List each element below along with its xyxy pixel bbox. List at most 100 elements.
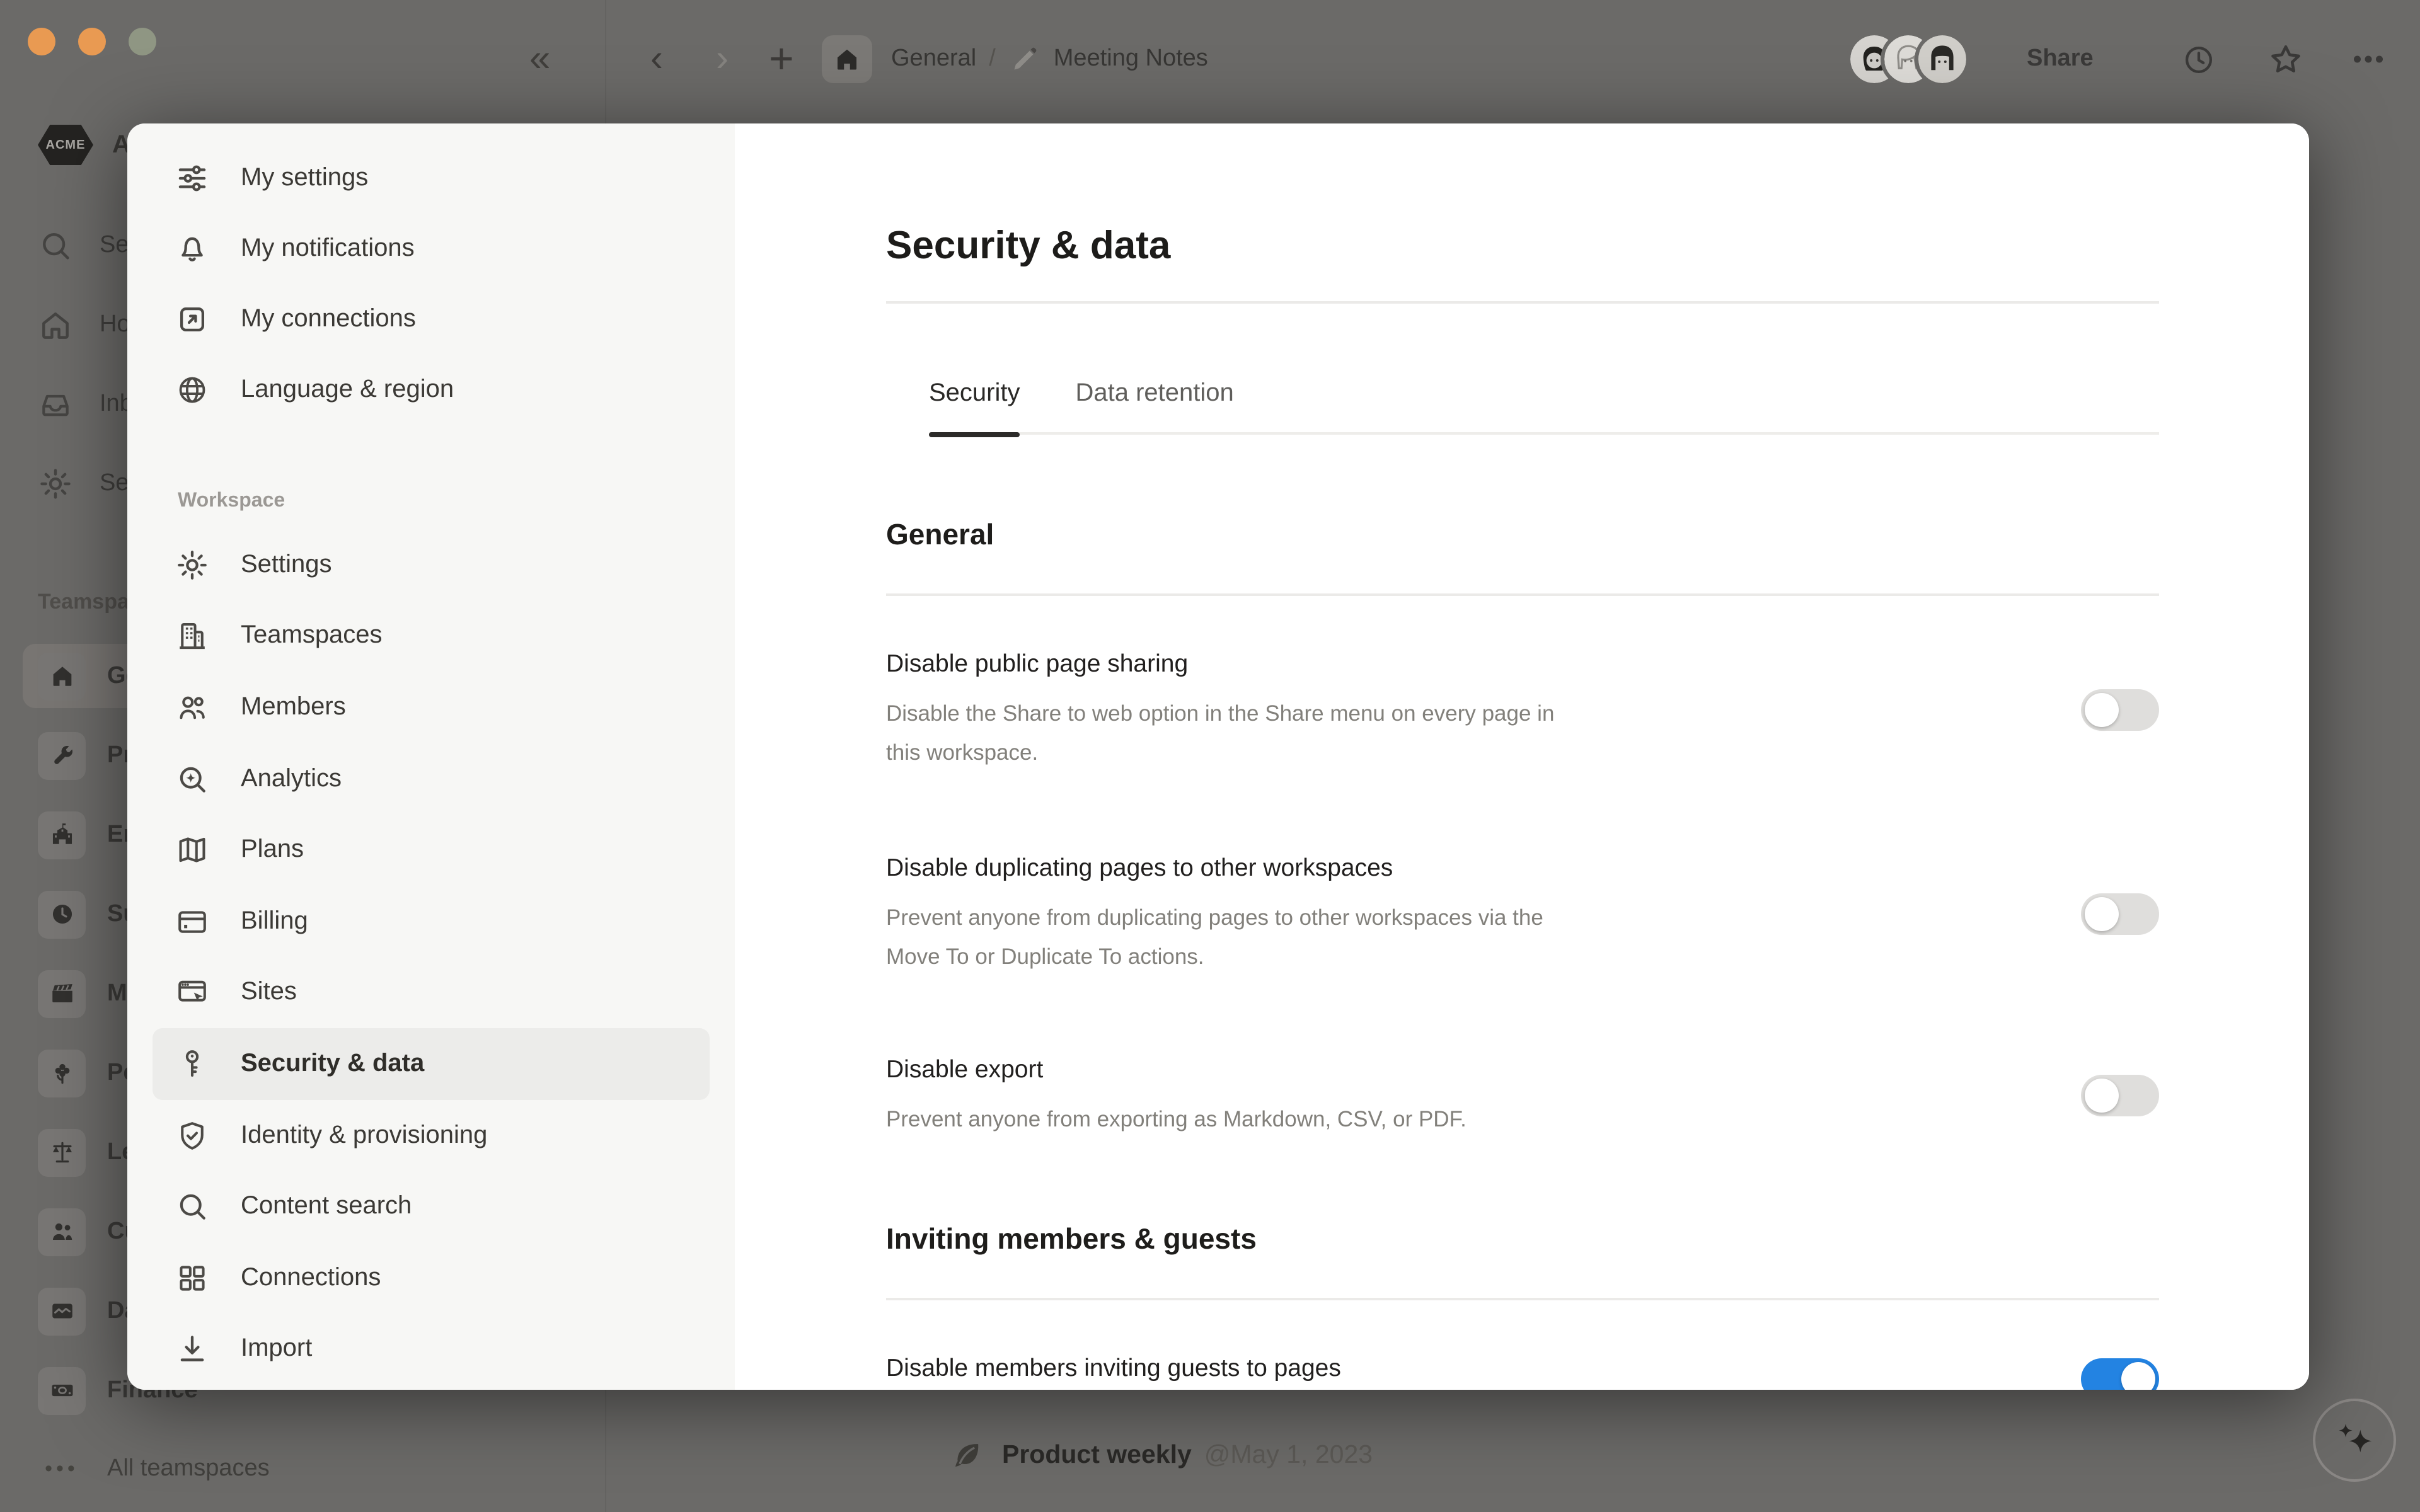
favorite-button[interactable] <box>2267 0 2304 118</box>
settings-nav-item-my-settings[interactable]: My settings <box>153 142 710 213</box>
settings-nav-item-plans[interactable]: Plans <box>153 815 710 886</box>
gear-icon <box>38 466 73 501</box>
browser-icon <box>175 976 209 1010</box>
toggle-switch[interactable] <box>2081 1075 2159 1116</box>
settings-nav-item-analytics[interactable]: Analytics <box>153 743 710 815</box>
page-title: Security & data <box>886 220 2159 271</box>
settings-nav-item-teamspaces[interactable]: Teamspaces <box>153 600 710 672</box>
tab-bar: Security Data retention <box>929 377 2159 435</box>
setting-title: Disable members inviting guests to pages <box>886 1351 2081 1386</box>
wrench-icon <box>49 742 75 769</box>
settings-nav-item-import[interactable]: Import <box>153 1314 710 1385</box>
school-icon <box>49 822 75 848</box>
clapper-icon <box>49 980 75 1007</box>
page-row[interactable]: Product weekly @May 8, 2023 <box>950 1494 1373 1512</box>
app-window: ACME Acme Search Home Inbox Settings Tea… <box>0 0 2420 1512</box>
zoom-window-button[interactable] <box>129 28 156 55</box>
search-icon <box>175 1189 209 1223</box>
settings-nav-item-billing[interactable]: Billing <box>153 886 710 957</box>
building-icon <box>175 619 209 653</box>
setting-description: Prevent anyone from duplicating pages to… <box>886 898 1592 976</box>
scales-icon <box>49 1139 75 1166</box>
setting-row: Disable members inviting guests to pages <box>886 1351 2159 1390</box>
breadcrumb-home[interactable] <box>822 0 872 118</box>
tab-data-retention[interactable]: Data retention <box>1076 377 1234 432</box>
share-out-icon <box>175 302 209 336</box>
setting-description: Prevent anyone from exporting as Markdow… <box>886 1100 1592 1139</box>
key-icon <box>175 1047 209 1081</box>
setting-title: Disable export <box>886 1052 2081 1087</box>
setting-row: Disable public page sharing Disable the … <box>886 646 2159 772</box>
home-outline-icon <box>38 307 73 342</box>
import-icon <box>175 1332 209 1366</box>
settings-content: Security & data SecurityData retention G… <box>735 123 2309 1390</box>
minimize-window-button[interactable] <box>78 28 106 55</box>
settings-nav-item-identity-provisioning[interactable]: Identity & provisioning <box>153 1100 710 1171</box>
toggle-switch[interactable] <box>2081 689 2159 731</box>
globe-icon <box>175 372 209 406</box>
settings-nav-item-language-region[interactable]: Language & region <box>153 354 710 425</box>
settings-nav-item-my-notifications[interactable]: My notifications <box>153 213 710 284</box>
divider <box>886 593 2159 596</box>
settings-nav: My settings My notifications My connecti… <box>127 123 735 1390</box>
window-controls <box>28 28 156 55</box>
map-icon <box>175 833 209 867</box>
toggle-switch[interactable] <box>2081 893 2159 935</box>
card-icon <box>175 905 209 939</box>
clock-filled-icon <box>49 901 75 927</box>
wave-icon <box>49 1298 75 1324</box>
people-icon <box>175 690 209 724</box>
more-button[interactable] <box>2349 0 2387 118</box>
workspace-section-header: Workspace <box>178 490 735 513</box>
breadcrumb-page[interactable]: Meeting Notes <box>1054 45 1208 73</box>
settings-nav-item-content-search[interactable]: Content search <box>153 1171 710 1242</box>
setting-row: Disable duplicating pages to other works… <box>886 850 2159 976</box>
toolbar: « ‹ › + General / Meeting Notes Share <box>0 0 2420 118</box>
home-icon <box>833 45 861 73</box>
pencil-icon <box>1008 43 1041 76</box>
history-button[interactable] <box>2182 0 2216 118</box>
setting-description: Disable the Share to web option in the S… <box>886 694 1592 772</box>
ellipsis-icon: ••• <box>38 1457 86 1482</box>
sliders-icon <box>175 161 209 195</box>
breadcrumb-root[interactable]: General <box>891 45 976 73</box>
setting-row: Disable export Prevent anyone from expor… <box>886 1052 2159 1139</box>
ellipsis-icon <box>2349 40 2387 78</box>
page-content: Product weekly @May 1, 2023 Product week… <box>950 1421 1373 1494</box>
search-icon <box>38 227 73 263</box>
back-button[interactable]: ‹ <box>650 0 663 118</box>
money-icon <box>49 1377 75 1404</box>
settings-nav-item-connections[interactable]: Connections <box>153 1242 710 1314</box>
toggle-switch[interactable] <box>2081 1358 2159 1390</box>
new-page-button[interactable]: + <box>769 0 794 118</box>
page-row[interactable]: Product weekly @May 1, 2023 <box>950 1421 1373 1489</box>
star-icon <box>2267 41 2304 77</box>
breadcrumb[interactable]: General / Meeting Notes <box>891 0 1208 118</box>
settings-modal: My settings My notifications My connecti… <box>127 123 2309 1390</box>
people-filled-icon <box>49 1218 75 1245</box>
settings-nav-item-security-data[interactable]: Security & data <box>153 1028 710 1099</box>
avatar <box>1918 35 1966 83</box>
tab-security[interactable]: Security <box>929 377 1020 432</box>
settings-nav-item-settings[interactable]: Settings <box>153 529 710 600</box>
settings-nav-item-my-connections[interactable]: My connections <box>153 284 710 354</box>
workspace-logo: ACME <box>38 125 93 165</box>
setting-title: Disable duplicating pages to other works… <box>886 850 2081 886</box>
close-window-button[interactable] <box>28 28 55 55</box>
inbox-icon <box>38 386 73 421</box>
clock-icon <box>2182 42 2216 76</box>
all-teamspaces-item[interactable]: ••• All teamspaces <box>0 1430 605 1508</box>
share-button[interactable]: Share <box>2027 0 2094 118</box>
setting-title: Disable public page sharing <box>886 646 2081 682</box>
grid-icon <box>175 1261 209 1295</box>
forward-button[interactable]: › <box>716 0 729 118</box>
settings-nav-item-sites[interactable]: Sites <box>153 957 710 1028</box>
settings-nav-item-members[interactable]: Members <box>153 672 710 743</box>
sidebar-collapse-button[interactable]: « <box>529 0 550 118</box>
ai-assistant-button[interactable] <box>2313 1399 2396 1482</box>
house-filled-icon <box>49 663 75 689</box>
analytics-icon <box>175 762 209 796</box>
leaf-icon <box>950 1438 984 1472</box>
collaborator-avatars[interactable] <box>1850 0 1966 118</box>
shield-icon <box>175 1118 209 1152</box>
